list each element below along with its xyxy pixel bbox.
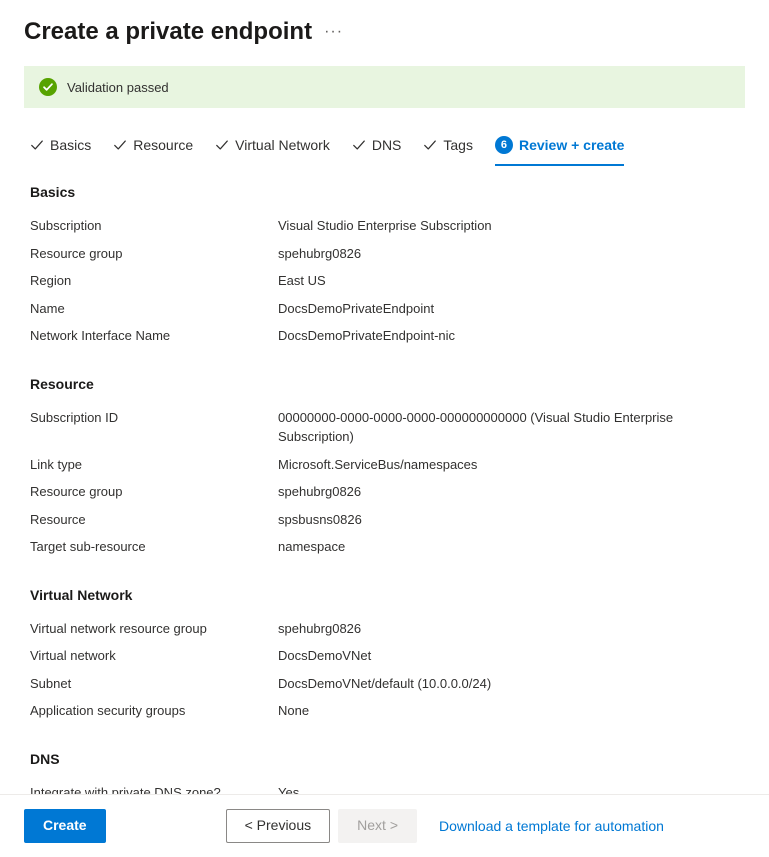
row-label: Resource <box>30 510 278 530</box>
summary-row: Virtual networkDocsDemoVNet <box>30 642 739 670</box>
previous-button[interactable]: < Previous <box>226 809 331 843</box>
row-label: Link type <box>30 455 278 475</box>
tab-label: Basics <box>50 137 91 153</box>
section-title: DNS <box>30 751 739 767</box>
page-title: Create a private endpoint <box>24 18 312 46</box>
row-value: DocsDemoVNet <box>278 646 739 666</box>
row-value: DocsDemoPrivateEndpoint-nic <box>278 326 739 346</box>
section-title: Resource <box>30 376 739 392</box>
row-label: Subscription ID <box>30 408 278 447</box>
check-icon <box>352 138 366 152</box>
tab-resource[interactable]: Resource <box>113 131 193 165</box>
row-label: Virtual network <box>30 646 278 666</box>
summary-row: Virtual network resource groupspehubrg08… <box>30 615 739 643</box>
row-value: None <box>278 701 739 721</box>
row-label: Virtual network resource group <box>30 619 278 639</box>
wizard-footer: Create < Previous Next > Download a temp… <box>0 794 769 857</box>
row-label: Subnet <box>30 674 278 694</box>
row-value: spsbusns0826 <box>278 510 739 530</box>
tab-label: Resource <box>133 137 193 153</box>
tab-dns[interactable]: DNS <box>352 131 402 165</box>
section-title: Virtual Network <box>30 587 739 603</box>
row-label: Network Interface Name <box>30 326 278 346</box>
tab-label: Review + create <box>519 137 624 153</box>
row-value: namespace <box>278 537 739 557</box>
tab-label: DNS <box>372 137 402 153</box>
row-value: DocsDemoPrivateEndpoint <box>278 299 739 319</box>
row-value: Microsoft.ServiceBus/namespaces <box>278 455 739 475</box>
tab-review-create[interactable]: 6 Review + create <box>495 130 624 166</box>
success-icon <box>39 78 57 96</box>
validation-text: Validation passed <box>67 80 169 95</box>
check-icon <box>423 138 437 152</box>
row-value: spehubrg0826 <box>278 482 739 502</box>
row-label: Region <box>30 271 278 291</box>
review-content: Basics SubscriptionVisual Studio Enterpr… <box>0 166 769 853</box>
step-number-badge: 6 <box>495 136 513 154</box>
summary-row: Resource groupspehubrg0826 <box>30 240 739 268</box>
summary-row: Link typeMicrosoft.ServiceBus/namespaces <box>30 451 739 479</box>
validation-banner: Validation passed <box>24 66 745 108</box>
page-header: Create a private endpoint ··· <box>0 0 769 56</box>
row-value: DocsDemoVNet/default (10.0.0.0/24) <box>278 674 739 694</box>
row-label: Application security groups <box>30 701 278 721</box>
row-value: spehubrg0826 <box>278 244 739 264</box>
row-value: Visual Studio Enterprise Subscription <box>278 216 739 236</box>
summary-row: Application security groupsNone <box>30 697 739 725</box>
row-value: East US <box>278 271 739 291</box>
tab-virtual-network[interactable]: Virtual Network <box>215 131 330 165</box>
summary-row: Subscription ID00000000-0000-0000-0000-0… <box>30 404 739 451</box>
tab-label: Virtual Network <box>235 137 330 153</box>
check-icon <box>30 138 44 152</box>
summary-row: SubnetDocsDemoVNet/default (10.0.0.0/24) <box>30 670 739 698</box>
row-label: Subscription <box>30 216 278 236</box>
section-virtual-network: Virtual Network Virtual network resource… <box>30 587 739 725</box>
download-template-link[interactable]: Download a template for automation <box>439 818 664 834</box>
summary-row: Resourcespsbusns0826 <box>30 506 739 534</box>
section-basics: Basics SubscriptionVisual Studio Enterpr… <box>30 184 739 350</box>
summary-row: RegionEast US <box>30 267 739 295</box>
summary-row: Network Interface NameDocsDemoPrivateEnd… <box>30 322 739 350</box>
row-label: Name <box>30 299 278 319</box>
summary-row: Resource groupspehubrg0826 <box>30 478 739 506</box>
summary-row: Target sub-resourcenamespace <box>30 533 739 561</box>
section-title: Basics <box>30 184 739 200</box>
summary-row: NameDocsDemoPrivateEndpoint <box>30 295 739 323</box>
row-label: Resource group <box>30 244 278 264</box>
row-label: Resource group <box>30 482 278 502</box>
tab-tags[interactable]: Tags <box>423 131 473 165</box>
section-resource: Resource Subscription ID00000000-0000-00… <box>30 376 739 561</box>
check-icon <box>113 138 127 152</box>
row-label: Target sub-resource <box>30 537 278 557</box>
next-button: Next > <box>338 809 417 843</box>
tab-label: Tags <box>443 137 473 153</box>
check-icon <box>215 138 229 152</box>
row-value: spehubrg0826 <box>278 619 739 639</box>
summary-row: SubscriptionVisual Studio Enterprise Sub… <box>30 212 739 240</box>
wizard-tabs: Basics Resource Virtual Network DNS Tags… <box>0 124 769 166</box>
more-icon[interactable]: ··· <box>324 24 343 40</box>
tab-basics[interactable]: Basics <box>30 131 91 165</box>
row-value: 00000000-0000-0000-0000-000000000000 (Vi… <box>278 408 739 447</box>
create-button[interactable]: Create <box>24 809 106 843</box>
